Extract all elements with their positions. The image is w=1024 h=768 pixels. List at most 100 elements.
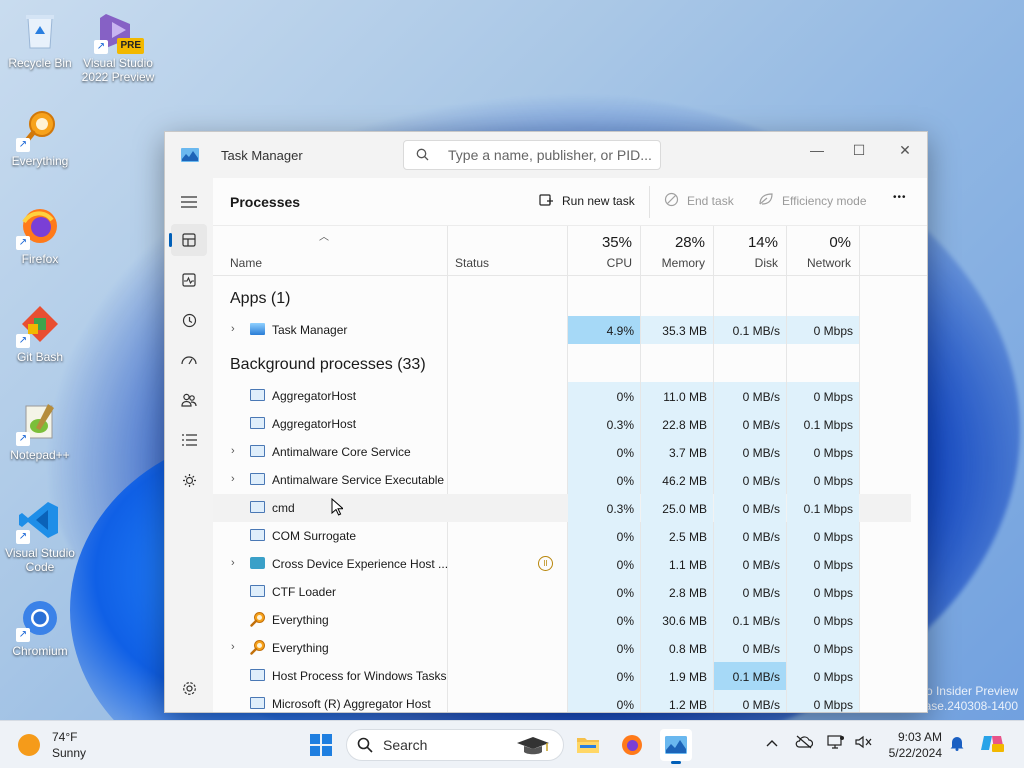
nav-details[interactable] <box>171 424 207 456</box>
copilot-icon[interactable] <box>980 732 1004 757</box>
minimize-button[interactable]: — <box>795 136 839 164</box>
chevron-right-icon[interactable]: › <box>231 473 235 485</box>
hamburger-menu-button[interactable] <box>171 186 207 218</box>
table-row[interactable]: › Antimalware Core Service 0% 3.7 MB 0 M… <box>213 438 911 466</box>
everything-magnifier-icon <box>250 639 266 655</box>
table-row[interactable]: › Everything 0% 0.8 MB 0 MB/s 0 Mbps <box>213 634 911 662</box>
column-header-network[interactable]: 0% Network <box>787 226 859 276</box>
desktop-icon-vscode[interactable]: ↗ Visual Studio Code <box>0 498 80 574</box>
memory-value: 2.8 MB <box>641 578 713 606</box>
desktop-icon-label: Recycle Bin <box>8 56 72 70</box>
table-row[interactable]: CTF Loader 0% 2.8 MB 0 MB/s 0 Mbps <box>213 578 911 606</box>
table-row[interactable]: AggregatorHost 0% 11.0 MB 0 MB/s 0 Mbps <box>213 382 911 410</box>
weather-condition: Sunny <box>52 746 87 760</box>
run-new-task-icon <box>539 192 554 210</box>
taskbar-search-label: Search <box>383 737 428 753</box>
memory-value: 2.5 MB <box>641 522 713 550</box>
chevron-right-icon[interactable]: › <box>231 323 235 335</box>
insider-watermark: o Insider Preview ease.240308-1400 <box>918 684 1018 714</box>
taskbar-firefox[interactable] <box>616 729 648 761</box>
chevron-up-icon[interactable] <box>765 735 779 751</box>
table-row[interactable]: Host Process for Windows Tasks 0% 1.9 MB… <box>213 662 911 690</box>
cloud-offline-icon[interactable] <box>795 735 814 752</box>
column-header-disk[interactable]: 14% Disk <box>714 226 786 276</box>
network-value: 0 Mbps <box>787 382 859 410</box>
recycle-bin-icon <box>18 8 62 52</box>
maximize-button[interactable]: ☐ <box>837 136 881 164</box>
users-icon <box>181 393 197 407</box>
start-button[interactable] <box>305 729 337 761</box>
table-row[interactable]: cmd 0.3% 25.0 MB 0 MB/s 0.1 Mbps <box>213 494 911 522</box>
desktop-icon-git-bash[interactable]: ↗ Git Bash <box>0 302 80 364</box>
cpu-value: 0% <box>568 438 640 466</box>
notification-bell-icon[interactable] <box>950 735 964 754</box>
process-name: Antimalware Service Executable <box>272 473 445 487</box>
chevron-right-icon[interactable]: › <box>231 641 235 653</box>
close-button[interactable]: ✕ <box>883 136 927 164</box>
table-row[interactable]: COM Surrogate 0% 2.5 MB 0 MB/s 0 Mbps <box>213 522 911 550</box>
watermark-line: ease.240308-1400 <box>917 699 1018 713</box>
network-value: 0.1 Mbps <box>787 494 859 522</box>
search-box[interactable]: Type a name, publisher, or PID... <box>403 140 661 170</box>
disk-value: 0 MB/s <box>714 690 786 712</box>
watermark-line: o Insider Preview <box>925 684 1018 698</box>
nav-users[interactable] <box>171 384 207 416</box>
column-header-row: ︿ Name Status 35% CPU 28% Memory 14% Dis… <box>213 226 927 276</box>
nav-app-history[interactable] <box>171 304 207 336</box>
sun-icon <box>18 734 40 756</box>
more-options-button[interactable]: ••• <box>893 192 907 203</box>
command-separator <box>649 186 650 218</box>
speaker-muted-icon[interactable] <box>855 735 873 752</box>
nav-startup-apps[interactable] <box>171 344 207 376</box>
column-header-name[interactable]: Name <box>213 226 447 276</box>
table-row[interactable]: › Antimalware Service Executable 0% 46.2… <box>213 466 911 494</box>
nav-performance[interactable] <box>171 264 207 296</box>
desktop-icon-firefox[interactable]: ↗ Firefox <box>0 204 80 266</box>
column-header-memory[interactable]: 28% Memory <box>641 226 713 276</box>
memory-value: 1.9 MB <box>641 662 713 690</box>
cross-device-icon <box>250 557 265 569</box>
disk-value: 0.1 MB/s <box>714 316 786 344</box>
column-header-cpu[interactable]: 35% CPU <box>568 226 640 276</box>
leaf-icon <box>758 192 774 209</box>
taskbar-search[interactable]: Search <box>346 729 564 761</box>
desktop-icon-label: Git Bash <box>16 350 64 364</box>
firefox-icon <box>622 735 642 755</box>
table-row[interactable]: AggregatorHost 0.3% 22.8 MB 0 MB/s 0.1 M… <box>213 410 911 438</box>
process-name: Microsoft (R) Aggregator Host <box>272 697 431 711</box>
visual-studio-icon: ↗ PRE <box>94 8 144 54</box>
system-clock[interactable]: 9:03 AM 5/22/2024 <box>884 729 942 761</box>
run-new-task-button[interactable]: Run new task <box>539 192 635 210</box>
shortcut-arrow-icon: ↗ <box>16 236 30 250</box>
memory-value: 1.1 MB <box>641 550 713 578</box>
disk-value: 0 MB/s <box>714 634 786 662</box>
taskbar-task-manager[interactable] <box>660 729 692 764</box>
processes-page: Processes Run new task End task Efficien… <box>213 178 927 712</box>
desktop-icon-notepadplusplus[interactable]: ↗ Notepad++ <box>0 400 80 462</box>
table-row[interactable]: › Cross Device Experience Host ... II 0%… <box>213 550 911 578</box>
efficiency-mode-button[interactable]: Efficiency mode <box>758 192 867 209</box>
memory-value: 11.0 MB <box>641 382 713 410</box>
chevron-right-icon[interactable]: › <box>231 557 235 569</box>
nav-services[interactable] <box>171 464 207 496</box>
nav-settings[interactable] <box>171 672 207 704</box>
desktop-icon-chromium[interactable]: ↗ Chromium <box>0 596 80 658</box>
mouse-cursor-icon <box>331 497 345 519</box>
taskbar-file-explorer[interactable] <box>572 729 604 761</box>
weather-widget[interactable]: 74°F Sunny <box>18 729 86 761</box>
desktop-icon-everything[interactable]: ↗ Everything <box>0 106 80 168</box>
page-title: Processes <box>230 194 301 210</box>
desktop-icon-recycle-bin[interactable]: Recycle Bin <box>0 8 80 70</box>
table-row[interactable]: Microsoft (R) Aggregator Host 0% 1.2 MB … <box>213 690 911 712</box>
hamburger-icon <box>181 196 197 208</box>
column-header-status[interactable]: Status <box>448 226 567 276</box>
network-display-icon[interactable] <box>827 735 845 752</box>
table-row[interactable]: › Task Manager 4.9% 35.3 MB 0.1 MB/s 0 M… <box>213 316 911 344</box>
desktop-icon-visual-studio-2022-preview[interactable]: ↗ PRE Visual Studio 2022 Preview <box>78 8 158 84</box>
table-row[interactable]: Everything 0% 30.6 MB 0.1 MB/s 0 Mbps <box>213 606 911 634</box>
nav-processes[interactable] <box>169 224 207 256</box>
shortcut-arrow-icon: ↗ <box>16 432 30 446</box>
end-task-button[interactable]: End task <box>664 192 734 210</box>
chevron-right-icon[interactable]: › <box>231 445 235 457</box>
title-bar[interactable]: Task Manager Type a name, publisher, or … <box>165 132 927 178</box>
